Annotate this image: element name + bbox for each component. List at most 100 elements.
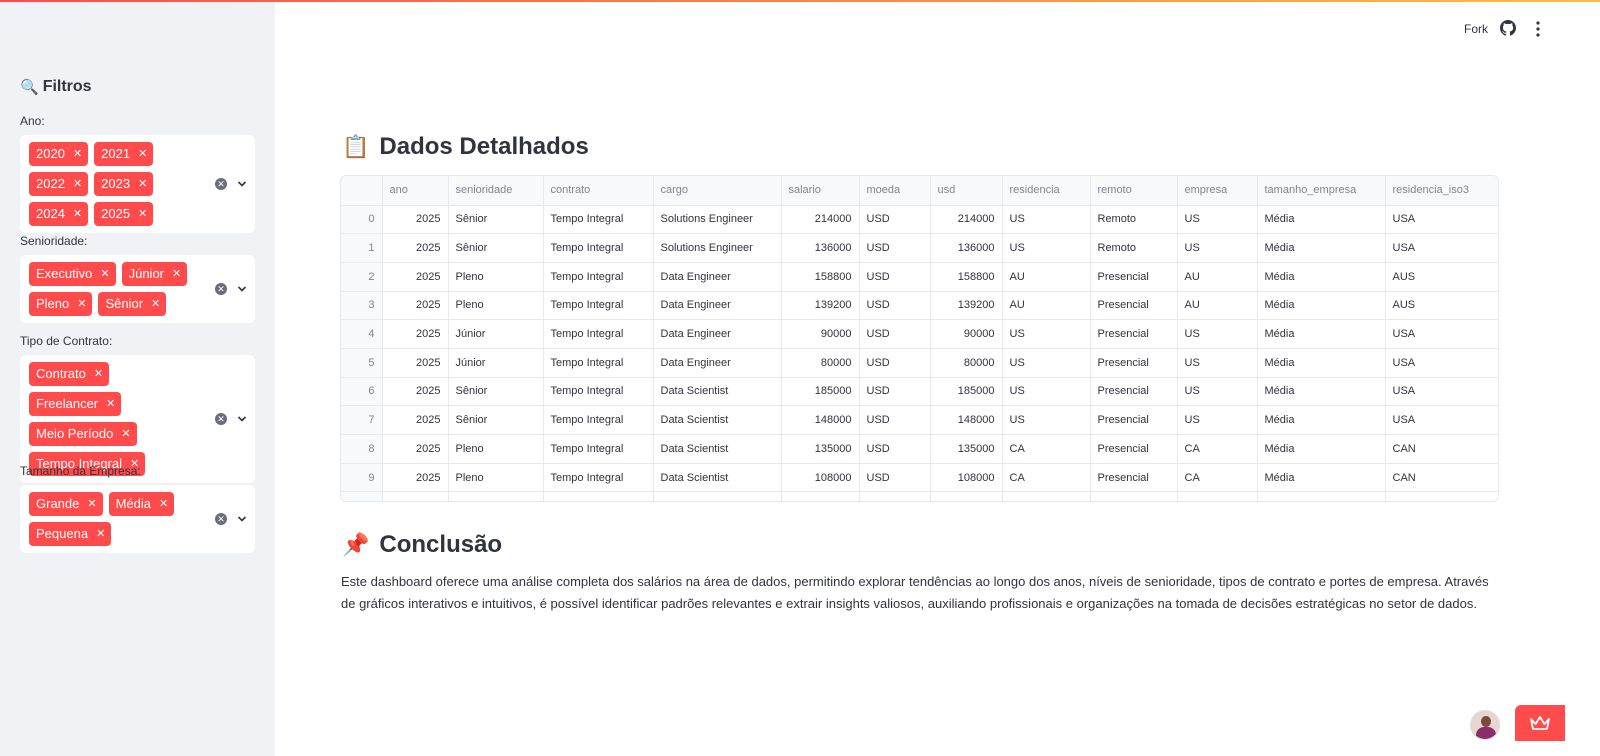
- table-cell[interactable]: USA: [1385, 205, 1498, 235]
- clear-icon[interactable]: ✕: [215, 513, 227, 525]
- table-cell[interactable]: USA: [1385, 319, 1498, 349]
- table-cell[interactable]: Tempo Integral: [543, 463, 654, 493]
- column-header[interactable]: cargo: [653, 176, 782, 206]
- row-index[interactable]: 9: [341, 463, 383, 493]
- clear-icon[interactable]: ✕: [215, 413, 227, 425]
- table-cell[interactable]: Tempo Integral: [543, 262, 654, 292]
- chevron-down-icon[interactable]: [237, 284, 247, 294]
- table-cell[interactable]: USD: [859, 205, 931, 235]
- chevron-down-icon[interactable]: [237, 414, 247, 424]
- row-index[interactable]: 7: [341, 405, 383, 435]
- column-header[interactable]: residencia: [1002, 176, 1091, 206]
- column-header[interactable]: moeda: [859, 176, 931, 206]
- filter-tag[interactable]: 2020 ✕: [29, 142, 89, 166]
- github-icon[interactable]: [1500, 20, 1516, 36]
- chevron-down-icon[interactable]: [237, 179, 247, 189]
- table-cell[interactable]: 185000: [930, 377, 1003, 407]
- table-cell[interactable]: US: [1177, 348, 1258, 378]
- table-cell[interactable]: CAN: [1385, 463, 1498, 493]
- column-header[interactable]: tamanho_empresa: [1257, 176, 1386, 206]
- column-header[interactable]: usd: [930, 176, 1003, 206]
- table-cell[interactable]: US: [1177, 377, 1258, 407]
- table-cell[interactable]: Média: [1257, 205, 1386, 235]
- table-cell[interactable]: CA: [1002, 434, 1091, 464]
- remove-tag-icon[interactable]: ✕: [159, 492, 168, 516]
- table-cell[interactable]: Média: [1257, 405, 1386, 435]
- table-cell[interactable]: Solutions Engineer: [653, 205, 782, 235]
- filter-tag[interactable]: Pequena ✕: [29, 522, 112, 546]
- table-cell[interactable]: Tempo Integral: [543, 205, 654, 235]
- table-cell[interactable]: 148000: [781, 405, 860, 435]
- table-cell[interactable]: USD: [859, 377, 931, 407]
- table-row[interactable]: 8 2025 Pleno Tempo Integral Data Scientist 13…: [341, 434, 1498, 464]
- table-cell[interactable]: 158800: [930, 262, 1003, 292]
- table-cell[interactable]: CA: [1177, 434, 1258, 464]
- table-cell[interactable]: 135000: [781, 434, 860, 464]
- column-header[interactable]: salario: [781, 176, 860, 206]
- table-cell[interactable]: Média: [1257, 434, 1386, 464]
- table-cell[interactable]: US: [1002, 205, 1091, 235]
- table-row[interactable]: 5 2025 Júnior Tempo Integral Data Engineer 80…: [341, 348, 1498, 378]
- table-cell[interactable]: USA: [1385, 233, 1498, 263]
- remove-tag-icon[interactable]: ✕: [138, 202, 147, 226]
- table-cell[interactable]: USA: [1385, 348, 1498, 378]
- table-cell[interactable]: 139200: [781, 291, 860, 321]
- filter-tag[interactable]: 2025 ✕: [94, 202, 154, 226]
- table-cell[interactable]: USA: [1385, 377, 1498, 407]
- row-index[interactable]: 2: [341, 262, 383, 292]
- table-cell[interactable]: 90000: [930, 319, 1003, 349]
- table-cell[interactable]: 2025: [382, 377, 449, 407]
- table-cell[interactable]: Data Engineer: [653, 348, 782, 378]
- filter-tag[interactable]: 2021 ✕: [94, 142, 154, 166]
- remove-tag-icon[interactable]: ✕: [121, 422, 130, 446]
- table-cell[interactable]: Data Engineer: [653, 291, 782, 321]
- column-header[interactable]: contrato: [543, 176, 654, 206]
- filter-tag[interactable]: Pleno ✕: [29, 292, 93, 316]
- chevron-down-icon[interactable]: [237, 514, 247, 524]
- table-cell[interactable]: 136000: [930, 233, 1003, 263]
- table-cell[interactable]: USD: [859, 405, 931, 435]
- filter-tag[interactable]: Executivo ✕: [29, 262, 116, 286]
- data-table[interactable]: ano senioridade contrato cargo salario moeda u…: [340, 175, 1499, 502]
- table-cell[interactable]: Pleno: [448, 262, 544, 292]
- table-cell[interactable]: 2025: [382, 348, 449, 378]
- table-row[interactable]: 9 2025 Pleno Tempo Integral Data Scientist 10…: [341, 463, 1498, 493]
- fork-link[interactable]: Fork: [1464, 22, 1488, 36]
- filter-tag[interactable]: Meio Período ✕: [29, 422, 137, 446]
- table-cell[interactable]: Presencial: [1090, 434, 1178, 464]
- table-cell[interactable]: US: [1002, 233, 1091, 263]
- table-cell[interactable]: Solutions Engineer: [653, 233, 782, 263]
- table-cell[interactable]: AU: [1002, 291, 1091, 321]
- table-cell[interactable]: 185000: [781, 377, 860, 407]
- table-cell[interactable]: 214000: [930, 205, 1003, 235]
- remove-tag-icon[interactable]: ✕: [73, 142, 82, 166]
- table-cell[interactable]: Média: [1257, 233, 1386, 263]
- table-cell[interactable]: AU: [1177, 291, 1258, 321]
- row-index[interactable]: 3: [341, 291, 383, 321]
- user-avatar[interactable]: [1470, 710, 1500, 740]
- more-vert-icon[interactable]: [1531, 20, 1545, 38]
- remove-tag-icon[interactable]: ✕: [87, 492, 96, 516]
- table-row[interactable]: 4 2025 Júnior Tempo Integral Data Engineer 90…: [341, 319, 1498, 349]
- table-cell[interactable]: 90000: [781, 319, 860, 349]
- table-cell[interactable]: AUS: [1385, 262, 1498, 292]
- table-cell[interactable]: Média: [1257, 262, 1386, 292]
- table-cell[interactable]: Média: [1257, 463, 1386, 493]
- table-cell[interactable]: Tempo Integral: [543, 377, 654, 407]
- clear-icon[interactable]: ✕: [215, 283, 227, 295]
- table-cell[interactable]: Sênior: [448, 205, 544, 235]
- table-cell[interactable]: Presencial: [1090, 405, 1178, 435]
- table-cell[interactable]: Data Scientist: [653, 463, 782, 493]
- remove-tag-icon[interactable]: ✕: [138, 172, 147, 196]
- table-cell[interactable]: Júnior: [448, 319, 544, 349]
- table-cell[interactable]: Pleno: [448, 434, 544, 464]
- table-row[interactable]: 6 2025 Sênior Tempo Integral Data Scientist 1…: [341, 377, 1498, 407]
- column-header[interactable]: ano: [382, 176, 449, 206]
- table-cell[interactable]: 2025: [382, 463, 449, 493]
- table-cell[interactable]: Pleno: [448, 463, 544, 493]
- filter-tag[interactable]: Média ✕: [108, 492, 175, 516]
- table-cell[interactable]: USD: [859, 348, 931, 378]
- remove-tag-icon[interactable]: ✕: [138, 142, 147, 166]
- table-cell[interactable]: CA: [1177, 463, 1258, 493]
- table-cell[interactable]: Média: [1257, 291, 1386, 321]
